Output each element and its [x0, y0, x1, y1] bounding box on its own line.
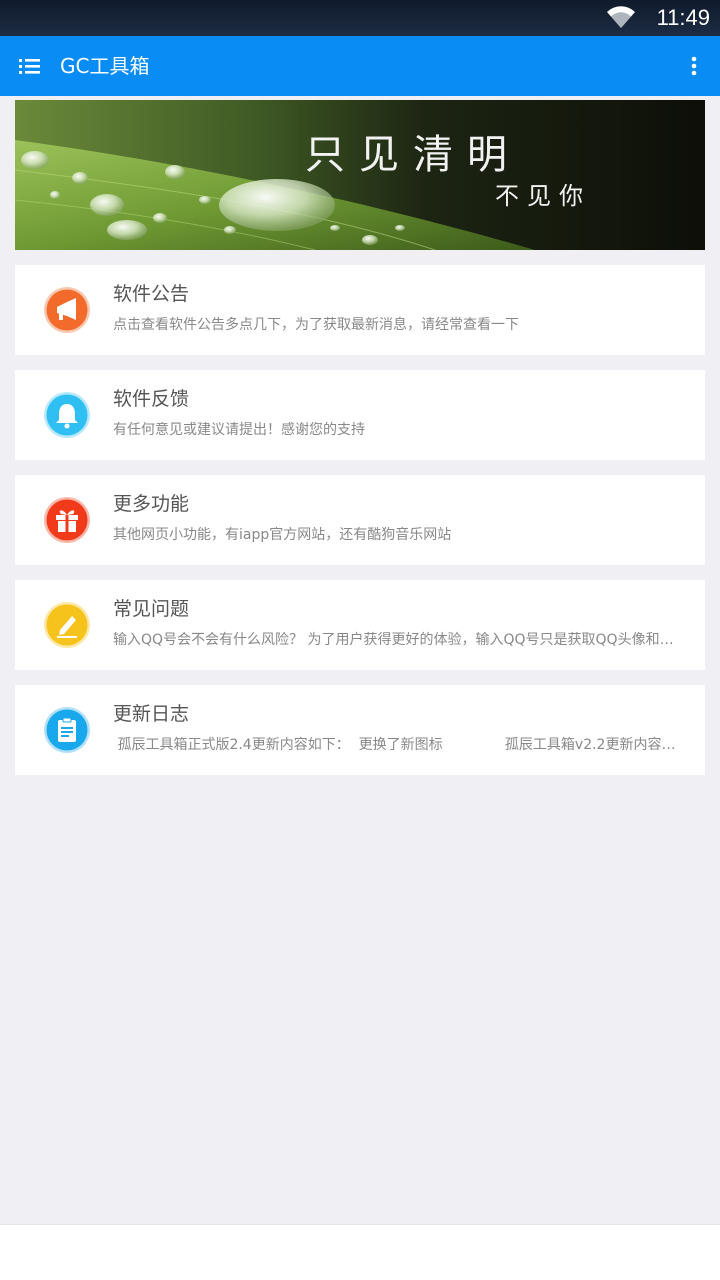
card-announcement[interactable]: 软件公告 点击查看软件公告多点几下，为了获取最新消息，请经常查看一下	[15, 265, 705, 355]
card-subtitle: 孤辰工具箱正式版2.4更新内容如下： 更换了新图标 孤辰工具箱v2.2更新内容如…	[113, 737, 685, 753]
status-time: 11:49	[656, 5, 710, 30]
bell-icon	[44, 392, 90, 438]
card-title: 更多功能	[113, 493, 190, 515]
card-title: 软件反馈	[113, 388, 190, 410]
card-feedback[interactable]: 软件反馈 有任何意见或建议请提出！感谢您的支持	[15, 370, 705, 460]
banner-title: 只见清明	[305, 132, 521, 178]
card-title: 软件公告	[113, 283, 190, 305]
card-changelog[interactable]: 更新日志 孤辰工具箱正式版2.4更新内容如下： 更换了新图标 孤辰工具箱v2.2…	[15, 685, 705, 775]
app-title: GC工具箱	[60, 54, 150, 78]
clipboard-icon	[44, 707, 90, 753]
card-subtitle: 点击查看软件公告多点几下，为了获取最新消息，请经常查看一下	[113, 317, 519, 333]
card-subtitle: 其他网页小功能，有iapp官方网站，还有酷狗音乐网站	[113, 527, 452, 543]
status-bar: 11:49	[0, 0, 720, 36]
card-faq[interactable]: 常见问题 输入QQ号会不会有什么风险？ 为了用户获得更好的体验，输入QQ号只是获…	[15, 580, 705, 670]
pencil-icon	[44, 602, 90, 648]
banner-subtitle: 不见你	[495, 182, 591, 210]
card-subtitle: 有任何意见或建议请提出！感谢您的支持	[113, 422, 365, 438]
card-subtitle: 输入QQ号会不会有什么风险？ 为了用户获得更好的体验，输入QQ号只是获取QQ头像…	[113, 632, 685, 648]
more-vert-icon[interactable]	[682, 50, 706, 82]
gift-icon	[44, 497, 90, 543]
card-title: 更新日志	[113, 703, 190, 725]
banner-image[interactable]: 只见清明 不见你	[15, 100, 705, 250]
list-menu-icon[interactable]	[12, 50, 46, 82]
card-title: 常见问题	[113, 598, 190, 620]
tab-indicator	[0, 1224, 720, 1280]
megaphone-icon	[44, 287, 90, 333]
card-more-features[interactable]: 更多功能 其他网页小功能，有iapp官方网站，还有酷狗音乐网站	[15, 475, 705, 565]
app-bar: GC工具箱	[0, 36, 720, 96]
wifi-icon	[607, 6, 635, 28]
